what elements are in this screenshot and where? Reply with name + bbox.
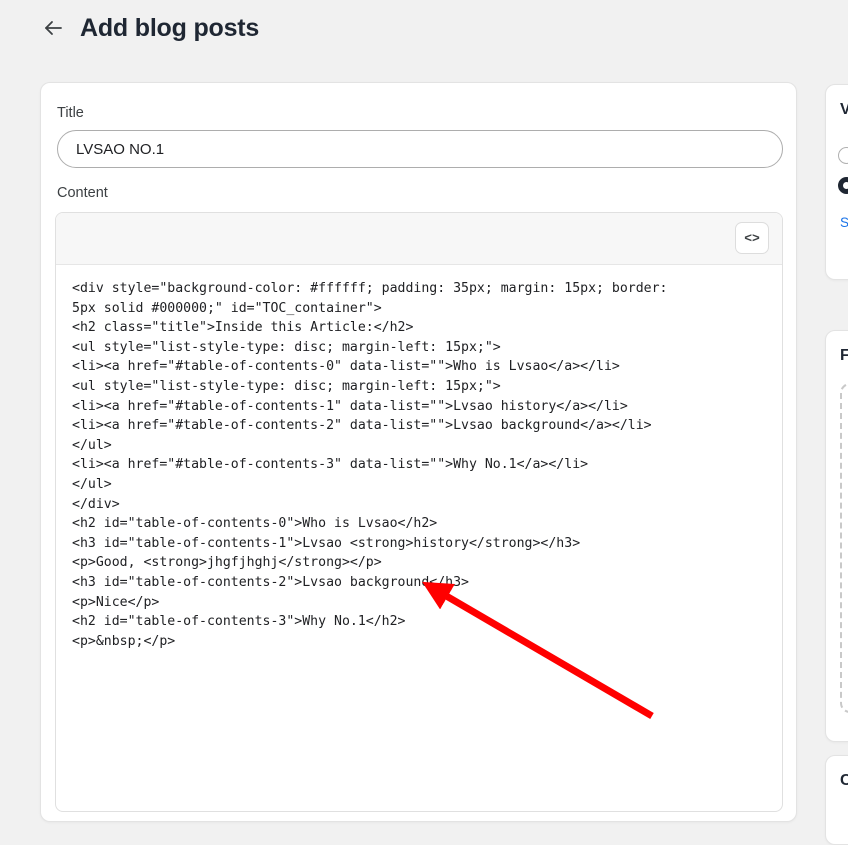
title-field-label: Title <box>57 105 84 121</box>
post-form-card: Title Content <> <div style="background-… <box>40 82 797 822</box>
featured-image-panel-heading: Featured image <box>840 347 848 365</box>
code-line: <li><a href="#table-of-contents-1" data-… <box>72 398 628 414</box>
code-line: <li><a href="#table-of-contents-2" data-… <box>72 418 652 434</box>
code-line: <h3 id="table-of-contents-2">Lvsao backg… <box>72 574 469 590</box>
code-line: <h3 id="table-of-contents-1">Lvsao <stro… <box>72 535 581 551</box>
code-line: </div> <box>72 496 120 512</box>
page-header: Add blog posts <box>0 0 848 56</box>
visibility-panel: Visibility Draft Published Schedule <box>825 84 848 280</box>
arrow-left-icon[interactable] <box>40 15 66 41</box>
code-line: <p>Nice</p> <box>72 594 160 610</box>
title-input[interactable] <box>57 130 783 168</box>
featured-image-dropzone[interactable] <box>840 383 848 713</box>
radio-selected-icon[interactable] <box>838 177 848 194</box>
radio-unselected-icon[interactable] <box>838 147 848 164</box>
code-line: <p>Good, <strong>jhgfjhghj</strong></p> <box>72 555 382 571</box>
page-title: Add blog posts <box>80 13 260 42</box>
code-line: <ul style="list-style-type: disc; margin… <box>72 378 501 394</box>
categories-panel: Categories <box>825 755 848 845</box>
visibility-option-published[interactable]: Published <box>838 177 848 194</box>
code-line: <div style="background-color: #ffffff; p… <box>72 281 668 296</box>
code-line: <ul style="list-style-type: disc; margin… <box>72 339 501 355</box>
visibility-option-draft[interactable]: Draft <box>838 147 848 164</box>
categories-panel-heading: Categories <box>840 772 848 790</box>
code-line: <li><a href="#table-of-contents-3" data-… <box>72 457 589 473</box>
code-line: <h2 id="table-of-contents-0">Who is Lvsa… <box>72 516 438 532</box>
visibility-panel-heading: Visibility <box>840 101 848 119</box>
content-field-label: Content <box>57 185 108 201</box>
code-line: <li><a href="#table-of-contents-0" data-… <box>72 359 620 375</box>
code-line: <h2 id="table-of-contents-3">Why No.1</h… <box>72 614 406 630</box>
code-brackets-icon[interactable]: <> <box>735 222 769 254</box>
content-editor[interactable]: <> <div style="background-color: #ffffff… <box>55 212 783 812</box>
editor-toolbar: <> <box>56 213 782 265</box>
editor-code-area[interactable]: <div style="background-color: #ffffff; p… <box>56 265 782 811</box>
code-line: <p>&nbsp;</p> <box>72 633 176 649</box>
featured-image-panel: Featured image <box>825 330 848 742</box>
code-line: 5px solid #000000;" id="TOC_container"> <box>72 300 382 316</box>
code-line: </ul> <box>72 476 112 492</box>
schedule-link[interactable]: Schedule <box>840 215 848 230</box>
code-line: <h2 class="title">Inside this Article:</… <box>72 320 414 336</box>
code-line: </ul> <box>72 437 112 453</box>
